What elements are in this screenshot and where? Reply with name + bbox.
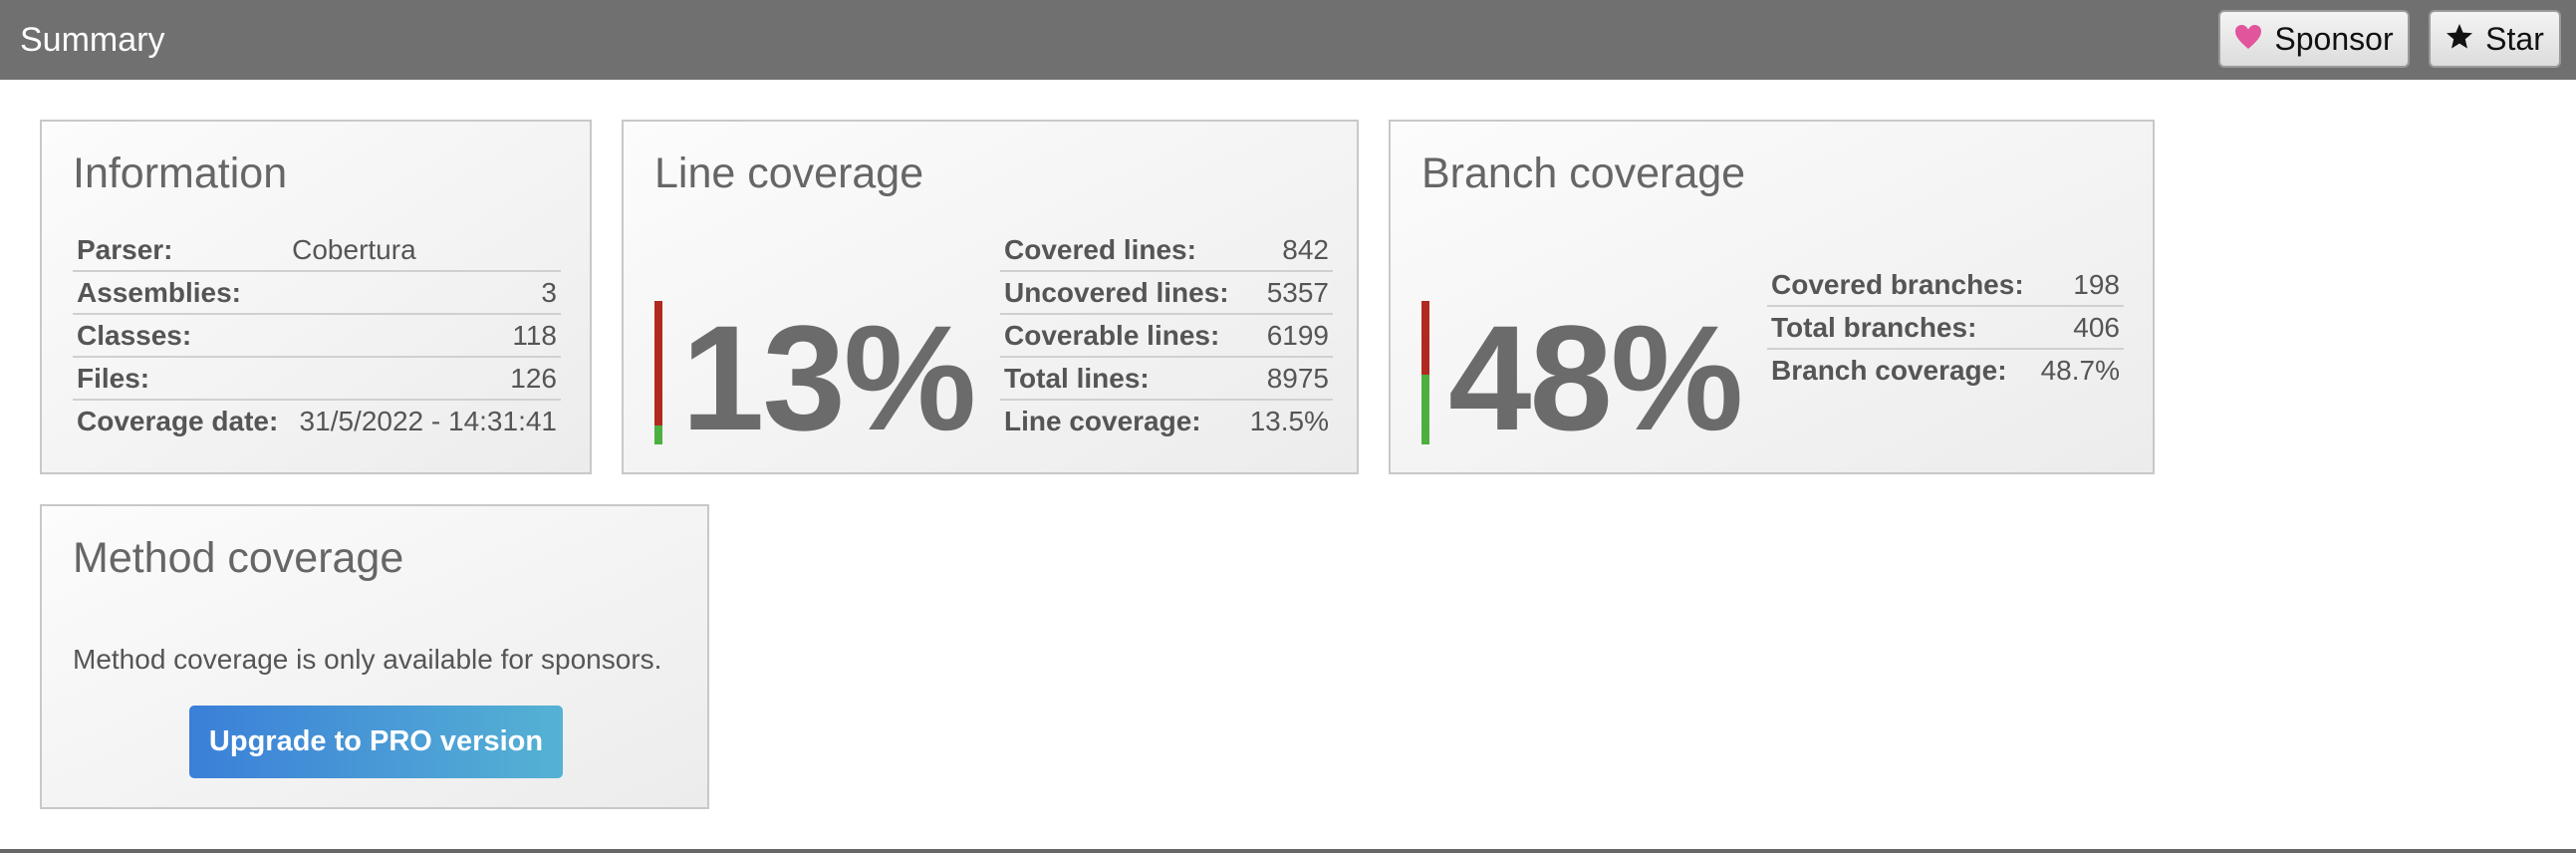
- branch-coverage-bar: [1421, 301, 1429, 444]
- row-value: 13.5%: [1249, 405, 1329, 436]
- row-value: 6199: [1242, 314, 1333, 358]
- top-bar: Summary Sponsor Star: [0, 0, 2576, 80]
- row-value: 48.7%: [2040, 354, 2120, 386]
- star-button[interactable]: Star: [2429, 10, 2561, 68]
- method-coverage-card: Method coverage Method coverage is only …: [40, 504, 709, 809]
- heart-icon: [2234, 21, 2262, 58]
- line-coverage-bar: [654, 301, 662, 444]
- card-title: Branch coverage: [1421, 149, 1746, 197]
- row-value: 118: [288, 314, 561, 358]
- line-row: Uncovered lines: 5357: [1000, 271, 1333, 315]
- info-row-coverage-date: Coverage date: 31/5/2022 - 14:31:41: [73, 400, 561, 441]
- information-table: Parser: Cobertura Assemblies: 3 Classes:…: [73, 229, 561, 441]
- row-label: Uncovered lines:: [1000, 271, 1243, 315]
- row-label: Parser:: [73, 229, 289, 272]
- row-value: 406: [2034, 306, 2124, 350]
- row-label: Classes:: [73, 314, 289, 358]
- sponsor-button[interactable]: Sponsor: [2218, 10, 2410, 68]
- star-label: Star: [2485, 20, 2544, 57]
- card-title: Information: [73, 149, 288, 197]
- branch-row: Covered branches: 198: [1767, 264, 2124, 307]
- row-value: 842: [1242, 229, 1333, 272]
- row-value: 5357: [1242, 271, 1333, 315]
- line-coverage-bar-fill: [654, 425, 662, 444]
- row-label: Covered branches:: [1767, 264, 2035, 307]
- row-label: Assemblies:: [73, 271, 289, 315]
- card-title: Method coverage: [73, 534, 404, 582]
- row-value: Cobertura: [288, 229, 561, 272]
- line-coverage-percent: 13%: [681, 294, 976, 461]
- row-label: Branch coverage:: [1771, 354, 2007, 386]
- row-label: Line coverage:: [1004, 405, 1201, 436]
- row-label: Coverable lines:: [1000, 314, 1243, 358]
- information-card: Information Parser: Cobertura Assemblies…: [40, 120, 592, 474]
- branch-coverage-card: Branch coverage 48% Covered branches: 19…: [1389, 120, 2155, 474]
- line-row: Coverable lines: 6199: [1000, 314, 1333, 358]
- sponsor-label: Sponsor: [2274, 20, 2394, 57]
- branch-row: Branch coverage: 48.7%: [1767, 349, 2124, 391]
- info-row-files: Files: 126: [73, 357, 561, 401]
- row-label: Covered lines:: [1000, 229, 1243, 272]
- row-value: 198: [2034, 264, 2124, 307]
- row-label: Files:: [73, 357, 289, 401]
- line-coverage-card: Line coverage 13% Covered lines: 842 Unc…: [622, 120, 1359, 474]
- branch-coverage-percent: 48%: [1448, 294, 1743, 461]
- bottom-divider: [0, 849, 2576, 853]
- method-coverage-message: Method coverage is only available for sp…: [73, 644, 662, 675]
- info-row-parser: Parser: Cobertura: [73, 229, 561, 272]
- line-row: Covered lines: 842: [1000, 229, 1333, 272]
- line-row: Line coverage: 13.5%: [1000, 400, 1333, 441]
- row-value: 126: [288, 357, 561, 401]
- row-label: Total branches:: [1767, 306, 2035, 350]
- line-row: Total lines: 8975: [1000, 357, 1333, 401]
- branch-coverage-table: Covered branches: 198 Total branches: 40…: [1767, 264, 2124, 391]
- card-title: Line coverage: [654, 149, 924, 197]
- branch-row: Total branches: 406: [1767, 306, 2124, 350]
- row-value: 8975: [1242, 357, 1333, 401]
- info-row-classes: Classes: 118: [73, 314, 561, 358]
- star-icon: [2446, 21, 2473, 58]
- row-value: 3: [288, 271, 561, 315]
- row-value: 31/5/2022 - 14:31:41: [299, 405, 557, 436]
- branch-coverage-bar-fill: [1421, 374, 1429, 444]
- page-title: Summary: [20, 21, 165, 59]
- info-row-assemblies: Assemblies: 3: [73, 271, 561, 315]
- upgrade-pro-button[interactable]: Upgrade to PRO version: [189, 706, 563, 778]
- row-label: Total lines:: [1000, 357, 1243, 401]
- row-label: Coverage date:: [77, 405, 279, 436]
- line-coverage-table: Covered lines: 842 Uncovered lines: 5357…: [1000, 229, 1333, 441]
